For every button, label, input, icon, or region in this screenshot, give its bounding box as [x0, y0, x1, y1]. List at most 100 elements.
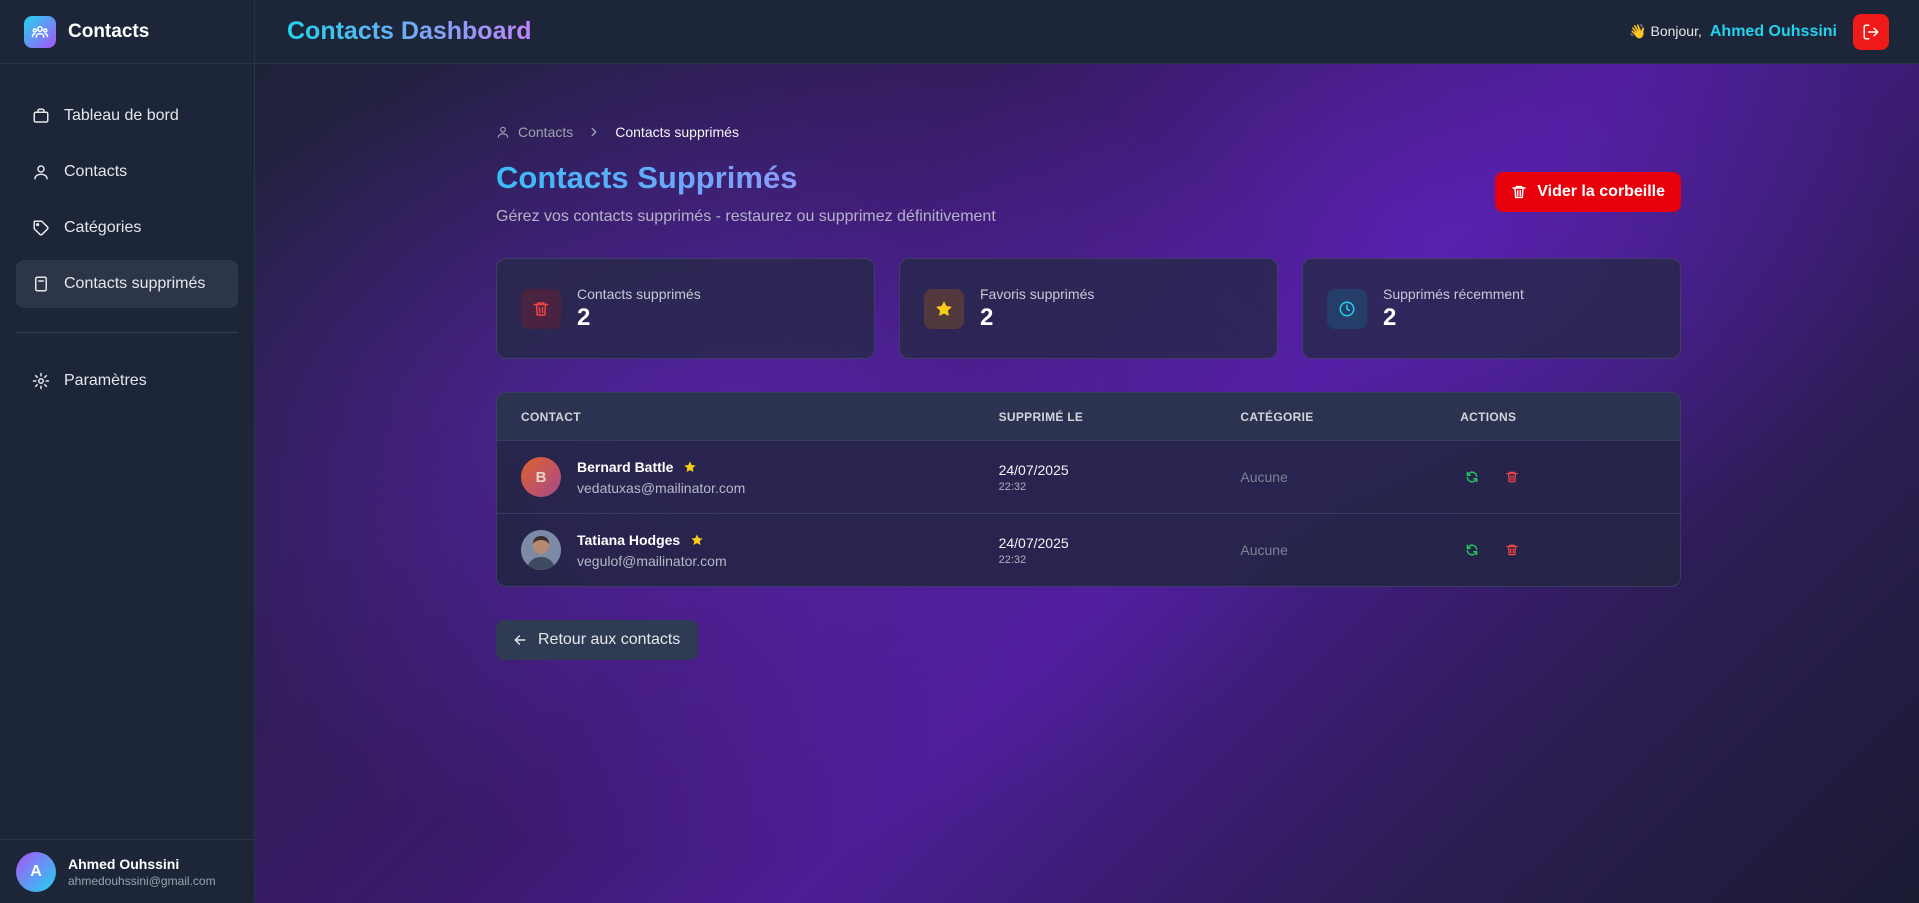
brand[interactable]: Contacts	[0, 0, 254, 64]
table-header: CONTACT SUPPRIMÉ LE CATÉGORIE ACTIONS	[497, 393, 1680, 440]
tag-icon	[33, 220, 49, 236]
empty-trash-button[interactable]: Vider la corbeille	[1495, 172, 1681, 212]
contact-info: Bernard Battle vedatuxas@mailinator.com	[577, 459, 745, 496]
stat-card-deleted: Contacts supprimés 2	[496, 258, 875, 359]
contact-cell: B Bernard Battle vedatuxas@mailinator.co…	[497, 457, 999, 497]
deleted-time: 22:32	[998, 553, 1027, 566]
stats-row: Contacts supprimés 2 Favoris supprimés 2	[496, 258, 1681, 359]
user-icon	[34, 165, 48, 180]
archive-icon	[35, 276, 47, 292]
refresh-icon	[1466, 471, 1478, 483]
deleted-date-cell: 24/07/2025 22:32	[999, 462, 1241, 493]
star-icon	[684, 460, 697, 472]
main-content: Contacts Contacts supprimés Contacts Sup…	[255, 64, 1919, 903]
user-info: Ahmed Ouhssini ahmedouhssini@gmail.com	[68, 856, 216, 888]
deleted-date: 24/07/2025	[998, 461, 1069, 478]
stat-value: 2	[1383, 303, 1397, 331]
table-row: Tatiana Hodges vegulof@mailinator.com 24…	[497, 513, 1680, 586]
user-icon	[497, 126, 509, 138]
stat-value: 2	[577, 303, 591, 331]
actions-cell	[1460, 465, 1680, 489]
star-icon	[924, 288, 964, 329]
logout-button[interactable]	[1853, 13, 1889, 50]
deleted-time: 22:32	[998, 480, 1027, 493]
delete-permanently-button[interactable]	[1500, 538, 1524, 562]
briefcase-icon	[33, 108, 49, 123]
sidebar: Contacts Tableau de bord Contacts Catégo…	[0, 0, 255, 903]
avatar: A	[16, 851, 56, 892]
logout-icon	[1863, 24, 1879, 39]
deleted-date: 24/07/2025	[998, 534, 1069, 551]
stat-label: Favoris supprimés	[980, 285, 1095, 302]
chevron-right-icon	[587, 125, 601, 139]
sidebar-item-label: Contacts	[64, 163, 128, 180]
star-icon	[691, 533, 703, 545]
contact-name: Bernard Battle	[577, 458, 674, 475]
back-to-contacts-button[interactable]: Retour aux contacts	[496, 620, 698, 660]
gear-icon	[32, 372, 50, 390]
stat-text: Supprimés récemment 2	[1383, 286, 1524, 332]
breadcrumb-parent-label: Contacts	[518, 124, 574, 140]
column-header-actions: ACTIONS	[1460, 409, 1517, 424]
sidebar-item-categories[interactable]: Catégories	[16, 204, 238, 252]
sidebar-user[interactable]: A Ahmed Ouhssini ahmedouhssini@gmail.com	[0, 839, 255, 903]
stat-card-recent: Supprimés récemment 2	[1302, 258, 1681, 359]
breadcrumb-parent[interactable]: Contacts	[496, 124, 573, 140]
contact-email: vedatuxas@mailinator.com	[577, 479, 746, 496]
delete-permanently-button[interactable]	[1500, 465, 1524, 489]
user-email: ahmedouhssini@gmail.com	[68, 873, 216, 888]
category-cell: Aucune	[1240, 542, 1288, 558]
contact-name: Tatiana Hodges	[577, 531, 681, 548]
clock-icon	[1327, 288, 1367, 329]
greeting: 👋 Bonjour,	[1629, 23, 1702, 39]
contact-email: vegulof@mailinator.com	[577, 552, 727, 569]
empty-trash-label: Vider la corbeille	[1537, 183, 1665, 200]
trash-icon	[1506, 471, 1519, 483]
sidebar-item-deleted-contacts[interactable]: Contacts supprimés	[16, 260, 238, 308]
users-icon	[24, 15, 56, 48]
brand-name: Contacts	[68, 20, 150, 42]
deleted-contacts-table: CONTACT SUPPRIMÉ LE CATÉGORIE ACTIONS B …	[496, 392, 1681, 587]
category-cell: Aucune	[1240, 469, 1288, 485]
table-row: B Bernard Battle vedatuxas@mailinator.co…	[497, 440, 1680, 513]
arrow-left-icon	[514, 635, 526, 645]
header-title: Contacts Dashboard	[287, 17, 532, 45]
trash-icon	[1512, 185, 1526, 199]
stat-card-favorites: Favoris supprimés 2	[899, 258, 1278, 359]
contact-name-line: Tatiana Hodges	[577, 532, 727, 548]
breadcrumb-current: Contacts supprimés	[615, 124, 739, 140]
deleted-date-cell: 24/07/2025 22:32	[999, 535, 1241, 566]
avatar-photo	[521, 530, 561, 570]
page-title: Contacts Supprimés	[496, 160, 996, 196]
sidebar-item-label: Paramètres	[64, 372, 147, 389]
trash-icon	[521, 288, 561, 329]
sidebar-item-dashboard[interactable]: Tableau de bord	[16, 92, 238, 140]
sidebar-item-settings[interactable]: Paramètres	[16, 357, 238, 405]
sidebar-nav: Tableau de bord Contacts Catégories Cont…	[0, 64, 254, 405]
restore-button[interactable]	[1460, 538, 1484, 562]
restore-button[interactable]	[1460, 465, 1484, 489]
user-name: Ahmed Ouhssini	[68, 855, 180, 872]
column-header-deleted-on: SUPPRIMÉ LE	[998, 409, 1084, 424]
breadcrumb: Contacts Contacts supprimés	[496, 124, 1681, 140]
stat-text: Favoris supprimés 2	[980, 286, 1094, 332]
sidebar-divider	[16, 332, 238, 333]
stat-value: 2	[980, 303, 994, 331]
stat-label: Supprimés récemment	[1383, 285, 1524, 302]
content-area: Contacts Contacts supprimés Contacts Sup…	[496, 64, 1681, 660]
stat-label: Contacts supprimés	[577, 285, 701, 302]
refresh-icon	[1466, 544, 1478, 556]
title-block: Contacts Supprimés Gérez vos contacts su…	[496, 160, 996, 226]
sidebar-item-label: Tableau de bord	[64, 107, 179, 124]
header-user-name[interactable]: Ahmed Ouhssini	[1710, 23, 1837, 41]
sidebar-item-label: Catégories	[64, 219, 142, 236]
actions-cell	[1460, 538, 1680, 562]
sidebar-item-contacts[interactable]: Contacts	[16, 148, 238, 196]
trash-icon	[1506, 544, 1519, 556]
top-header: Contacts Dashboard 👋 Bonjour, Ahmed Ouhs…	[255, 0, 1919, 64]
stat-text: Contacts supprimés 2	[577, 286, 701, 332]
contact-info: Tatiana Hodges vegulof@mailinator.com	[577, 532, 727, 569]
column-header-contact: CONTACT	[521, 409, 581, 424]
contact-name-line: Bernard Battle	[577, 459, 745, 475]
header-user-area: 👋 Bonjour, Ahmed Ouhssini	[1629, 13, 1889, 50]
